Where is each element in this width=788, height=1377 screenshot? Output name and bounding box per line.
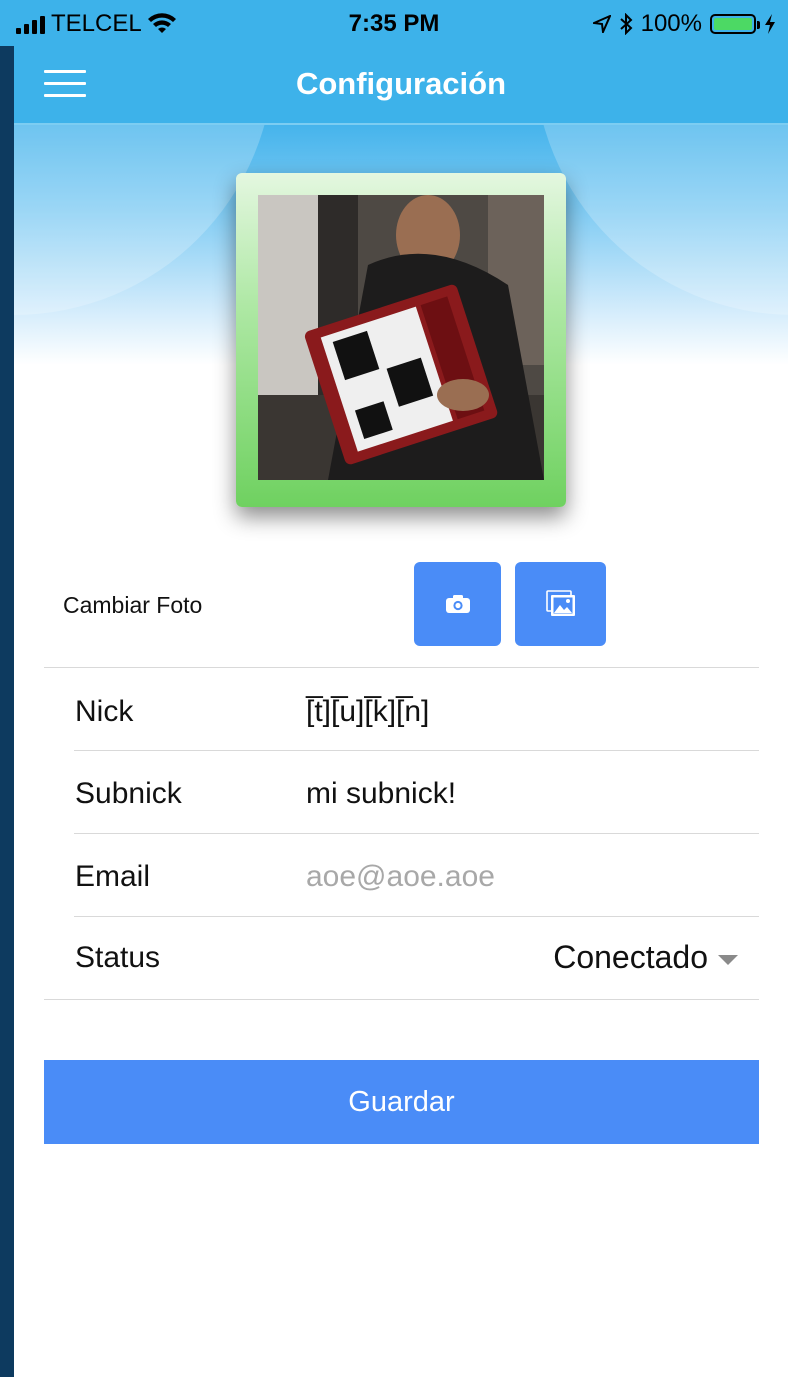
divider — [74, 750, 759, 751]
status-value: Conectado — [553, 939, 708, 975]
divider — [44, 999, 759, 1000]
nick-field[interactable]: [̅t][̅u][̅k][̅n] — [306, 695, 429, 729]
email-label: Email — [75, 860, 151, 893]
nav-bar: Configuración — [14, 46, 788, 125]
battery-icon — [710, 14, 760, 34]
nick-label: Nick — [75, 695, 134, 728]
subnick-label: Subnick — [75, 777, 182, 810]
status-indicators: 100% — [592, 10, 776, 38]
status-select[interactable]: Conectado — [553, 939, 738, 976]
email-field[interactable]: aoe@aoe.aoe — [306, 860, 495, 894]
status-label: Status — [75, 941, 161, 974]
settings-content: Cambiar Foto Nick [̅t][̅u][̅k][̅n] Subni… — [14, 125, 788, 1377]
camera-button[interactable] — [414, 562, 501, 646]
gallery-icon — [545, 590, 575, 616]
divider — [74, 833, 759, 834]
screen-edge — [0, 0, 14, 1377]
save-button[interactable]: Guardar — [44, 1060, 759, 1144]
charging-icon — [765, 14, 775, 34]
bluetooth-icon — [619, 13, 633, 35]
battery-percent: 100% — [640, 10, 702, 37]
divider — [74, 916, 759, 917]
chevron-down-icon — [718, 954, 738, 965]
gallery-button[interactable] — [515, 562, 606, 646]
location-icon — [592, 15, 611, 33]
status-bar: TELCEL 7:35 PM 100% — [0, 0, 788, 46]
page-title: Configuración — [295, 66, 507, 101]
change-photo-label: Cambiar Foto — [63, 592, 203, 618]
subnick-field[interactable]: mi subnick! — [306, 777, 456, 811]
camera-icon — [445, 595, 470, 613]
profile-photo — [258, 195, 544, 480]
profile-photo-frame — [236, 173, 566, 507]
divider — [44, 667, 759, 668]
